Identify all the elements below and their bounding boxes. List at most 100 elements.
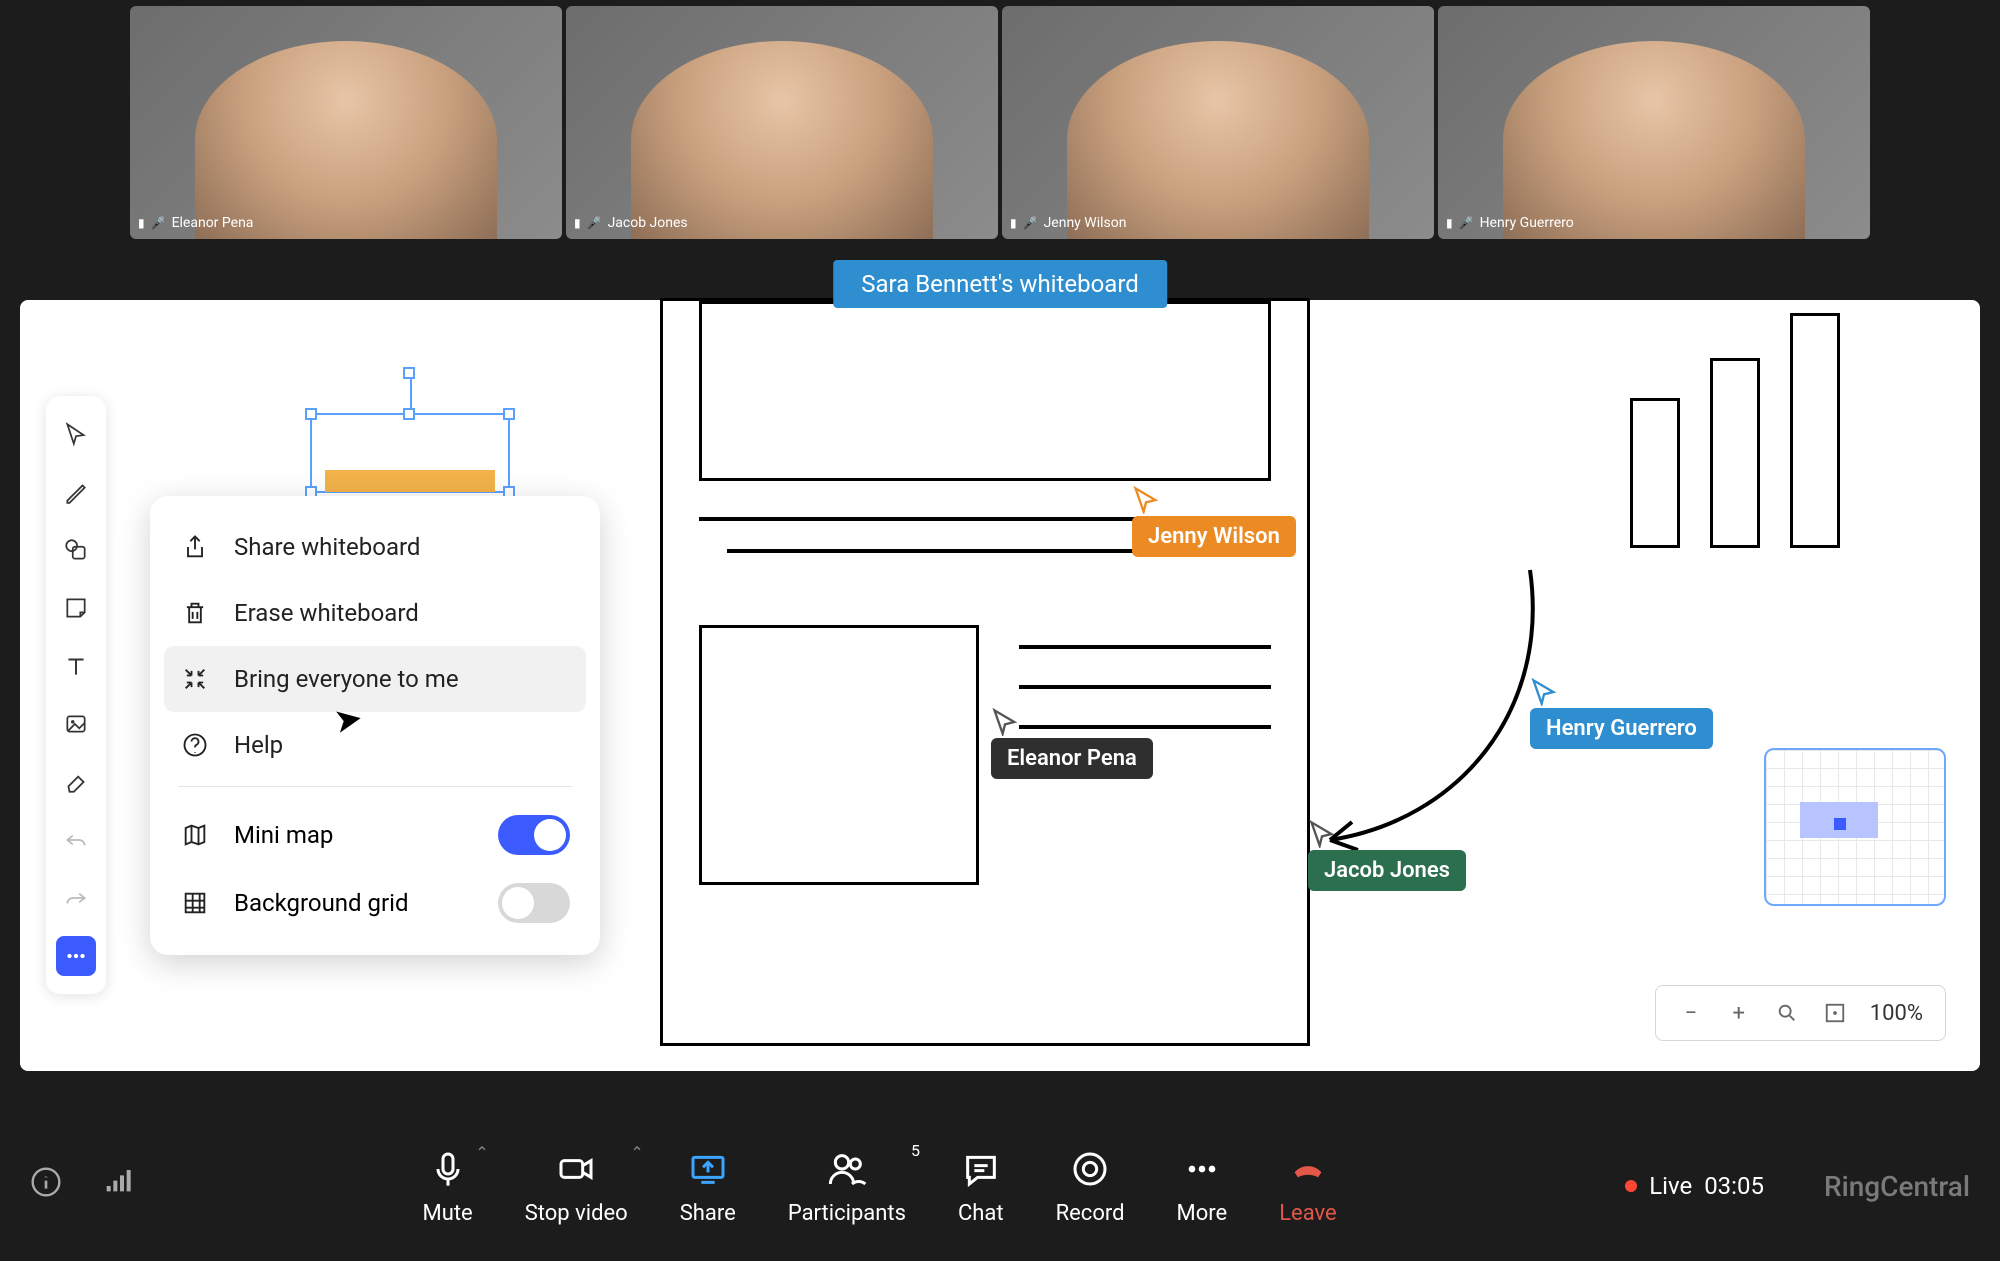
cursor-icon [1308, 820, 1336, 848]
sketch-line [1019, 645, 1271, 649]
share-icon [180, 532, 210, 562]
bring-everyone-item[interactable]: Bring everyone to me [164, 646, 586, 712]
hangup-icon [1288, 1147, 1328, 1191]
sketch-bar [1790, 313, 1840, 548]
control-label: Participants [788, 1201, 906, 1226]
mini-map-row: Mini map [164, 801, 586, 869]
participant-cursor: Henry Guerrero [1530, 678, 1713, 749]
sketch-line [1019, 685, 1271, 689]
share-whiteboard-item[interactable]: Share whiteboard [164, 514, 586, 580]
live-time: 03:05 [1704, 1172, 1764, 1200]
zoom-value: 100% [1870, 1001, 1923, 1026]
control-label: Mute [423, 1201, 473, 1226]
zoom-controls: − + 100% [1655, 985, 1946, 1041]
zoom-in-button[interactable]: + [1726, 1001, 1752, 1026]
zoom-fit-button[interactable] [1822, 1002, 1848, 1024]
control-label: Leave [1279, 1201, 1337, 1226]
background-grid-toggle[interactable] [498, 883, 570, 923]
erase-whiteboard-item[interactable]: Erase whiteboard [164, 580, 586, 646]
video-caption: ▮ 🎤 Henry Guerrero [1446, 215, 1574, 231]
cursor-icon [1132, 486, 1160, 514]
help-item[interactable]: Help [164, 712, 586, 778]
video-caption: ▮ 🎤 Jacob Jones [574, 215, 688, 231]
undo-button[interactable] [56, 820, 96, 860]
whiteboard-canvas[interactable]: Jenny Wilson Eleanor Pena Jacob Jones He… [20, 300, 1980, 1071]
participant-name: Jenny Wilson [1044, 215, 1127, 231]
control-label: Record [1056, 1201, 1125, 1226]
participant-cursor: Eleanor Pena [991, 708, 1153, 779]
mic-icon: 🎤 [151, 216, 166, 230]
menu-item-label: Help [234, 731, 283, 759]
video-tile[interactable]: ▮ 🎤 Jenny Wilson [1002, 6, 1434, 239]
grid-icon [180, 888, 210, 918]
video-tile[interactable]: ▮ 🎤 Eleanor Pena [130, 6, 562, 239]
mic-icon: 🎤 [587, 216, 602, 230]
participant-name: Jacob Jones [608, 215, 688, 231]
cursor-name-tag: Jacob Jones [1308, 850, 1466, 891]
gather-icon [180, 664, 210, 694]
share-button[interactable]: Share [680, 1147, 736, 1226]
video-icon [556, 1147, 596, 1191]
sketch-bar [1630, 398, 1680, 548]
select-tool[interactable] [56, 414, 96, 454]
brand-logo: RingCentral [1824, 1170, 1970, 1203]
participants-button[interactable]: 5 Participants [788, 1147, 906, 1226]
live-indicator: Live 03:05 [1625, 1172, 1764, 1200]
shape-tool[interactable] [56, 530, 96, 570]
video-tile[interactable]: ▮ 🎤 Jacob Jones [566, 6, 998, 239]
sketch-arrow [1300, 560, 1560, 860]
help-icon [180, 730, 210, 760]
video-strip: ▮ 🎤 Eleanor Pena ▮ 🎤 Jacob Jones ▮ 🎤 Jen… [0, 0, 2000, 245]
share-screen-icon [688, 1147, 728, 1191]
shape-rectangle-yellow[interactable] [325, 470, 495, 492]
control-label: Share [680, 1201, 736, 1226]
sticky-note-tool[interactable] [56, 588, 96, 628]
text-tool[interactable] [56, 646, 96, 686]
avatar-placeholder [1067, 41, 1369, 239]
cursor-icon [1530, 678, 1558, 706]
avatar-placeholder [195, 41, 497, 239]
more-icon [1182, 1147, 1222, 1191]
participant-name: Eleanor Pena [172, 215, 254, 231]
toggle-label: Background grid [234, 889, 409, 917]
eraser-tool[interactable] [56, 762, 96, 802]
toggle-label: Mini map [234, 821, 333, 849]
stop-video-button[interactable]: ⌃ Stop video [525, 1147, 628, 1226]
chat-button[interactable]: Chat [958, 1147, 1004, 1226]
cursor-name-tag: Henry Guerrero [1530, 708, 1713, 749]
mute-button[interactable]: ⌃ Mute [423, 1147, 473, 1226]
menu-item-label: Erase whiteboard [234, 599, 419, 627]
video-caption: ▮ 🎤 Eleanor Pena [138, 215, 253, 231]
signal-icon: ▮ [138, 216, 145, 230]
sketch-image-placeholder [699, 625, 979, 885]
redo-button[interactable] [56, 878, 96, 918]
zoom-reset-button[interactable] [1774, 1002, 1800, 1024]
separator [178, 786, 572, 787]
mini-map-toggle[interactable] [498, 815, 570, 855]
zoom-out-button[interactable]: − [1678, 1001, 1704, 1026]
image-tool[interactable] [56, 704, 96, 744]
control-label: Stop video [525, 1201, 628, 1226]
record-icon [1070, 1147, 1110, 1191]
more-button[interactable]: More [1177, 1147, 1228, 1226]
pencil-tool[interactable] [56, 472, 96, 512]
avatar-placeholder [1503, 41, 1805, 239]
signal-icon[interactable] [102, 1166, 134, 1206]
sketch-bar-chart [1630, 318, 1850, 548]
record-button[interactable]: Record [1056, 1147, 1125, 1226]
chevron-up-icon[interactable]: ⌃ [630, 1143, 643, 1162]
cursor-icon [991, 708, 1019, 736]
mini-map[interactable] [1764, 748, 1946, 906]
more-tools-button[interactable] [56, 936, 96, 976]
mic-icon: 🎤 [1459, 216, 1474, 230]
video-tile[interactable]: ▮ 🎤 Henry Guerrero [1438, 6, 1870, 239]
menu-item-label: Bring everyone to me [234, 665, 459, 693]
live-label: Live [1649, 1172, 1692, 1200]
leave-button[interactable]: Leave [1279, 1147, 1337, 1226]
cursor-name-tag: Eleanor Pena [991, 738, 1153, 779]
whiteboard-toolbar [46, 396, 106, 994]
info-icon[interactable] [30, 1166, 62, 1206]
sketch-image-placeholder [699, 301, 1271, 481]
chevron-up-icon[interactable]: ⌃ [475, 1143, 488, 1162]
avatar-placeholder [631, 41, 933, 239]
